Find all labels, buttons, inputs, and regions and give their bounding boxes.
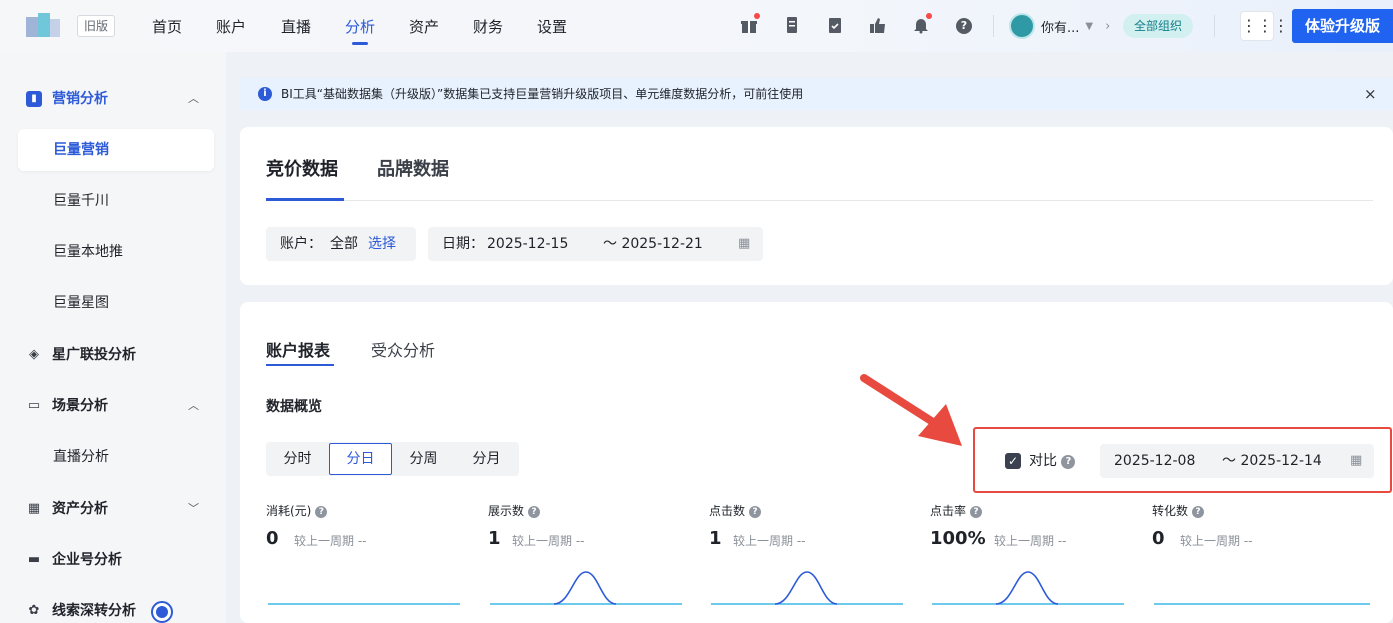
notice-text: BI工具“基础数据集（升级版）”数据集已支持巨量营销升级版项目、单元维度数据分析… <box>281 87 804 101</box>
window-icon: ▬ <box>27 552 41 567</box>
app-logo[interactable] <box>26 13 64 39</box>
granularity-month[interactable]: 分月 <box>455 442 518 476</box>
tab-audience-analysis[interactable]: 受众分析 <box>371 337 435 361</box>
calendar-icon: ▦ <box>738 236 751 251</box>
caret-down-icon: ▼ <box>1085 20 1094 32</box>
notice-banner: i BI工具“基础数据集（升级版）”数据集已支持巨量营销升级版项目、单元维度数据… <box>240 78 1393 110</box>
avatar <box>1009 13 1035 39</box>
annotation-arrow <box>860 374 962 446</box>
sparkline <box>490 571 682 605</box>
close-icon[interactable]: × <box>1364 78 1377 110</box>
report-card: 账户报表 受众分析 数据概览 分时 分日 分周 分月 ✓ 对比 ? 2025-1… <box>240 302 1393 623</box>
section-title: 数据概览 <box>266 399 322 415</box>
metric-conversions[interactable]: 转化数? 0 较上一周期 -- <box>1152 502 1370 623</box>
tab-divider <box>266 200 1373 201</box>
nav-assets[interactable]: 资产 <box>409 16 439 37</box>
clipboard-check-icon[interactable] <box>826 16 844 34</box>
help-icon[interactable]: ? <box>315 506 328 518</box>
account-select-link[interactable]: 选择 <box>368 227 396 261</box>
sidebar-group-marketing[interactable]: ▮ 营销分析 ︿ <box>0 78 226 120</box>
sidebar-item-juliang-yingxiao[interactable]: 巨量营销 <box>18 129 214 171</box>
image-icon: ▭ <box>27 398 41 413</box>
granularity-day[interactable]: 分日 <box>329 443 392 475</box>
filter-card: 竞价数据 品牌数据 账户： 全部 选择 日期： 2025-12-15 ～ 202… <box>240 127 1393 285</box>
granularity-week[interactable]: 分周 <box>392 442 455 476</box>
sidebar-item-xingguang[interactable]: ◈ 星广联投分析 <box>0 334 226 376</box>
account-filter[interactable]: 账户： 全部 选择 <box>266 227 416 261</box>
tab-account-report[interactable]: 账户报表 <box>266 337 330 361</box>
top-nav-bar: 旧版 首页 账户 直播 分析 资产 财务 设置 ? 你有... ▼ › 全部组织… <box>0 0 1393 52</box>
sidebar-item-leads[interactable]: ✿ 线索深转分析 <box>0 590 226 623</box>
upgrade-button[interactable]: 体验升级版 <box>1292 9 1393 43</box>
apps-grid-icon[interactable]: ⋮⋮⋮ <box>1240 11 1289 41</box>
nav-settings[interactable]: 设置 <box>537 16 567 37</box>
help-icon[interactable]: ? <box>1192 506 1205 518</box>
metric-ctr[interactable]: 点击率? 100% 较上一周期 -- <box>930 502 1125 623</box>
sidebar-item-enterprise[interactable]: ▬ 企业号分析 <box>0 539 226 581</box>
help-icon[interactable]: ? <box>1061 455 1076 469</box>
help-icon[interactable]: ? <box>970 506 983 518</box>
sidebar-item-juliang-bendi[interactable]: 巨量本地推 <box>18 231 214 273</box>
diamond-icon: ◈ <box>29 347 39 362</box>
metric-clicks[interactable]: 点击数? 1 较上一周期 -- <box>709 502 904 623</box>
user-name: 你有... <box>1041 20 1080 36</box>
sidebar-group-scene[interactable]: ▭ 场景分析 ︿ <box>0 385 226 427</box>
assistant-icon[interactable] <box>151 601 173 623</box>
org-selector[interactable]: 全部组织 <box>1123 14 1194 38</box>
compare-date-end[interactable]: ～ 2025-12-14 <box>1222 444 1322 478</box>
sparkline <box>932 571 1124 605</box>
date-end[interactable]: ～ 2025-12-21 <box>603 227 703 261</box>
user-menu[interactable]: 你有... ▼ › <box>1009 12 1110 40</box>
compare-date-start[interactable]: 2025-12-08 <box>1114 444 1195 478</box>
chevron-up-icon: ︿ <box>188 399 199 412</box>
gift-icon[interactable] <box>740 13 760 34</box>
compare-label: 对比 ? <box>1029 450 1076 470</box>
nav-analysis[interactable]: 分析 <box>345 16 375 45</box>
sidebar-item-live-analysis[interactable]: 直播分析 <box>18 436 214 478</box>
bell-icon[interactable] <box>912 13 932 34</box>
grid-icon: ▦ <box>27 501 41 516</box>
compare-date-range[interactable]: 2025-12-08 ～ 2025-12-14 ▦ <box>1100 444 1374 478</box>
tab-brand-data[interactable]: 品牌数据 <box>377 155 449 181</box>
help-icon[interactable]: ? <box>528 506 541 518</box>
document-icon[interactable] <box>783 16 801 34</box>
nav-home[interactable]: 首页 <box>152 16 182 37</box>
help-icon[interactable]: ? <box>955 16 973 34</box>
sidebar-item-juliang-qianchuan[interactable]: 巨量千川 <box>18 180 214 222</box>
date-range-picker[interactable]: 日期： 2025-12-15 ～ 2025-12-21 ▦ <box>428 227 763 261</box>
info-icon: i <box>258 87 272 101</box>
chevron-up-icon: ︿ <box>188 92 199 105</box>
tab-bid-data[interactable]: 竞价数据 <box>266 155 338 181</box>
sparkline <box>1154 603 1370 605</box>
old-version-button[interactable]: 旧版 <box>77 15 116 37</box>
date-start[interactable]: 2025-12-15 <box>487 227 568 261</box>
sidebar-item-asset[interactable]: ▦ 资产分析 ﹀ <box>0 488 226 530</box>
chevron-down-icon: ﹀ <box>188 502 199 515</box>
metric-cost[interactable]: 消耗(元)? 0 较上一周期 -- <box>266 502 461 623</box>
compare-checkbox[interactable]: ✓ <box>1005 453 1021 469</box>
tab-active-indicator <box>266 364 334 366</box>
sidebar: ▮ 营销分析 ︿ 巨量营销 巨量千川 巨量本地推 巨量星图 ◈ 星广联投分析 ▭… <box>0 52 226 623</box>
sidebar-item-juliang-xingtu[interactable]: 巨量星图 <box>18 282 214 324</box>
compare-highlight: ✓ 对比 ? 2025-12-08 ～ 2025-12-14 ▦ <box>973 427 1392 493</box>
sparkline <box>268 603 460 605</box>
sparkline <box>711 571 903 605</box>
divider <box>993 15 994 37</box>
granularity-selector: 分时 分日 分周 分月 <box>266 442 519 476</box>
chevron-right-icon: › <box>1105 18 1111 34</box>
nav-live[interactable]: 直播 <box>281 16 311 37</box>
thumb-icon[interactable] <box>869 16 887 34</box>
metric-impressions[interactable]: 展示数? 1 较上一周期 -- <box>488 502 683 623</box>
divider <box>1214 15 1215 37</box>
flower-icon: ✿ <box>28 603 40 618</box>
nav-account[interactable]: 账户 <box>216 16 246 37</box>
nav-finance[interactable]: 财务 <box>473 16 503 37</box>
granularity-hour[interactable]: 分时 <box>266 442 329 476</box>
tab-active-indicator <box>266 198 344 201</box>
account-value: 全部 <box>330 236 358 252</box>
help-icon[interactable]: ? <box>749 506 762 518</box>
chart-icon: ▮ <box>26 91 42 107</box>
calendar-icon: ▦ <box>1350 453 1363 468</box>
